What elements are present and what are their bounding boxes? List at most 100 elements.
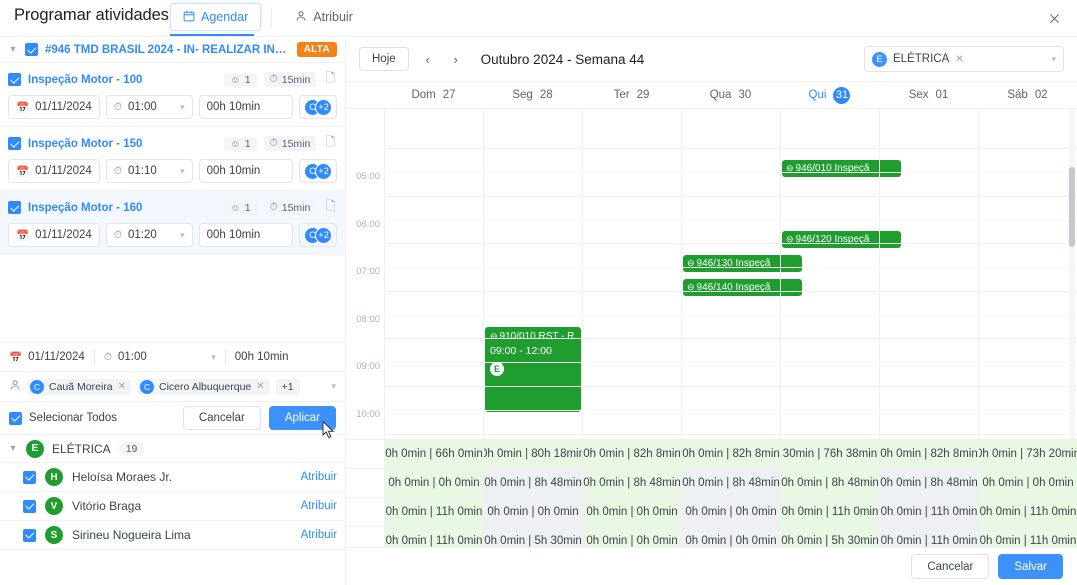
chevron-left-icon[interactable]: ‹ [419,48,437,70]
day-column-ter[interactable] [582,109,681,439]
member-checkbox[interactable] [23,528,36,542]
task-item[interactable]: Inspeção Motor - 160 ☺ 1 ⏱ 15min 🗋 📅 01/… [0,191,345,255]
summary-cell: 0h 0min | 8h 48min [879,469,978,497]
assign-link[interactable]: Atribuir [301,500,337,512]
avatar: E [490,362,504,376]
close-icon[interactable] [1043,7,1065,29]
bulk-time-field[interactable]: ⏱ 01:00 ▾ [95,343,225,371]
work-order-group-header[interactable]: ▾ #946 TMD BRASIL 2024 - IN- REALIZAR IN… [0,37,345,63]
team-group-header[interactable]: ▾ E ELÉTRICA 19 [0,435,345,463]
calendar-scrollbar[interactable] [1069,109,1075,439]
task-date-field[interactable]: 📅 01/11/2024 [8,159,100,183]
schedule-activities-dialog: Programar atividades Agendar Atribuir ▾ … [0,0,1077,585]
active-tab-underline [170,34,254,36]
group-checkbox[interactable] [25,43,38,56]
chevron-down-icon[interactable]: ▾ [211,352,216,363]
summary-cell: 0h 0min | 11h 0min [384,498,483,526]
scrollbar-thumb[interactable] [1069,167,1075,247]
list-item[interactable]: H Heloísa Moraes Jr. Atribuir [0,463,345,492]
avatar: H [45,468,63,486]
task-header: Inspeção Motor - 100 ☺ 1 ⏱ 15min 🗋 [0,63,345,92]
copy-icon[interactable]: 🗋 [323,197,337,218]
summary-cell: 0h 0min | 82h 8min [681,440,780,468]
summary-cell: 0h 0min | 0h 0min [681,498,780,526]
day-column-dom[interactable] [384,109,483,439]
people-count-badge: ☺ 1 [223,136,257,151]
member-checkbox[interactable] [23,499,36,513]
task-item[interactable]: Inspeção Motor - 150 ☺ 1 ⏱ 15min 🗋 📅 01/… [0,127,345,191]
task-work-field[interactable]: 00h 10min [198,223,293,247]
day-column-qua[interactable]: ⊖ 946/130 Inspeçã ⊖ 946/140 Inspeçã [681,109,802,439]
bulk-assignees-field[interactable]: C Cauã Moreira ✕ C Cicero Albuquerque ✕ … [0,372,345,402]
tasks-panel: ▾ #946 TMD BRASIL 2024 - IN- REALIZAR IN… [0,37,346,585]
chevron-down-icon[interactable]: ▾ [180,102,185,113]
close-icon[interactable]: ✕ [955,54,963,65]
task-work-value: 00h 10min [206,165,261,177]
task-assignees[interactable]: C +2 [299,159,337,183]
day-column-seg[interactable]: ⊖ 910/010 RST - R 09:00 - 12:00 E [483,109,582,439]
task-date-value: 01/11/2024 [35,101,92,113]
time-label: 10:00 [356,409,380,420]
cancel-button[interactable]: Cancelar [911,554,990,579]
task-checkbox[interactable] [8,137,21,150]
task-checkbox[interactable] [8,201,21,214]
chevron-down-icon[interactable]: ▾ [8,443,18,454]
task-time-field[interactable]: ⏱ 01:00 ▾ [105,95,193,119]
assign-link[interactable]: Atribuir [301,529,337,541]
assign-link[interactable]: Atribuir [301,471,337,483]
task-work-value: 00h 10min [206,101,261,113]
task-name: Inspeção Motor - 160 [28,201,143,214]
assignees-more[interactable]: +1 [275,378,300,395]
assignee-tag[interactable]: C Cicero Albuquerque ✕ [137,378,270,395]
chevron-down-icon[interactable]: ▾ [331,381,336,392]
calendar-grid[interactable]: 05:00 06:00 07:00 08:00 09:00 10:00 ⊖ 910… [346,109,1077,439]
copy-icon[interactable]: 🗋 [323,69,337,90]
select-all-checkbox[interactable] [9,411,22,425]
chevron-right-icon[interactable]: › [447,48,465,70]
calendar-event[interactable]: ⊖ 910/010 RST - R 09:00 - 12:00 E [485,327,581,412]
day-column-sab[interactable] [978,109,1077,439]
chevron-down-icon[interactable]: ▾ [8,44,18,55]
task-assignees[interactable]: C +2 [299,95,337,119]
list-item[interactable]: S Sirineu Nogueira Lima Atribuir [0,521,345,550]
task-time-field[interactable]: ⏱ 01:10 ▾ [105,159,193,183]
tab-agendar[interactable]: Agendar [170,3,262,31]
avatar: E [872,51,887,67]
remove-icon[interactable]: ✕ [118,381,126,392]
task-work-field[interactable]: 00h 10min [198,95,293,119]
summary-cell: 0h 0min | 66h 0min [384,440,483,468]
task-date-field[interactable]: 📅 01/11/2024 [8,223,100,247]
tab-atribuir[interactable]: Atribuir [282,3,366,31]
time-label: 06:00 [356,219,380,230]
avatar: C [30,379,44,394]
chevron-down-icon[interactable]: ▾ [1051,54,1056,65]
day-column-header-today: Qui 31 [780,82,879,108]
people-count: 1 [244,201,251,214]
task-time-field[interactable]: ⏱ 01:20 ▾ [105,223,193,247]
task-item[interactable]: Inspeção Motor - 100 ☺ 1 ⏱ 15min 🗋 📅 01/… [0,63,345,127]
bulk-work-field[interactable]: 00h 10min [226,343,298,371]
bulk-date-field[interactable]: 📅 01/11/2024 [0,343,94,371]
day-column-qui[interactable]: ⊖ 946/010 Inspeçã ⊖ 946/120 Inspeçã [780,109,901,439]
select-all-row[interactable]: Selecionar Todos [9,411,175,425]
apply-button[interactable]: Aplicar [268,406,336,430]
copy-icon[interactable]: 🗋 [323,133,337,154]
member-checkbox[interactable] [23,470,36,484]
day-column-header: Sáb 02 [978,82,1077,108]
cancel-button[interactable]: Cancelar [182,406,261,430]
chevron-down-icon[interactable]: ▾ [180,230,185,241]
assignee-tag[interactable]: C Cauã Moreira ✕ [27,378,132,395]
remove-icon[interactable]: ✕ [256,381,264,392]
list-item[interactable]: V Vitório Braga Atribuir [0,492,345,521]
task-date-field[interactable]: 📅 01/11/2024 [8,95,100,119]
chevron-down-icon[interactable]: ▾ [180,166,185,177]
task-assignees[interactable]: C +2 [299,223,337,247]
summary-cell: 0h 0min | 8h 48min [483,469,582,497]
team-filter-select[interactable]: E ELÉTRICA ✕ ▾ [864,46,1064,72]
task-work-field[interactable]: 00h 10min [198,159,293,183]
day-column-sex[interactable] [879,109,978,439]
save-button[interactable]: Salvar [998,554,1063,579]
task-checkbox[interactable] [8,73,21,86]
bulk-time-value: 01:00 [117,351,147,363]
today-button[interactable]: Hoje [359,47,409,71]
